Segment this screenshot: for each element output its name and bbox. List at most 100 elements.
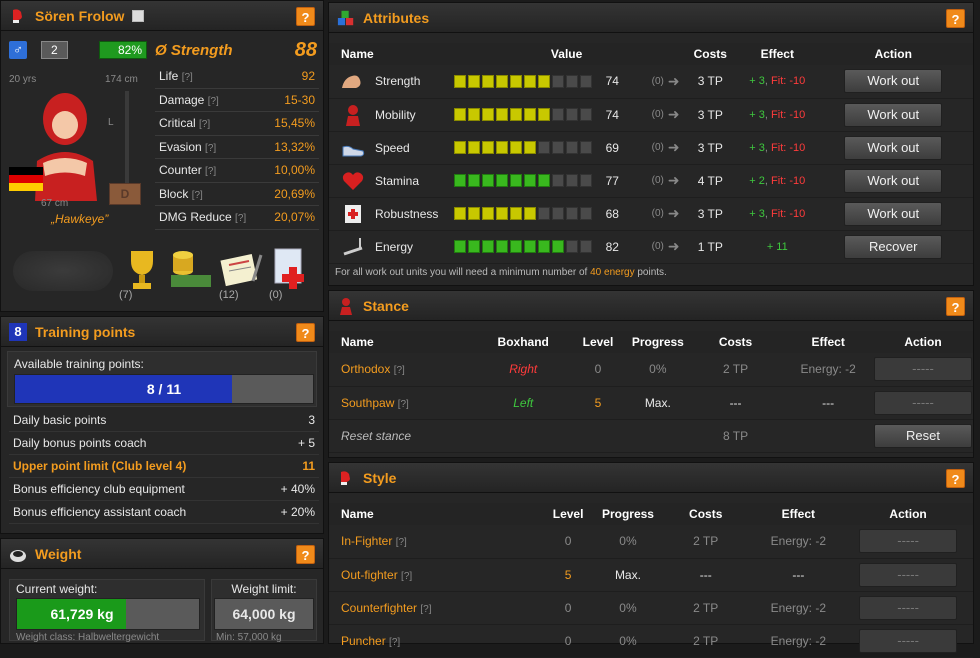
queued-count: (0) [651,175,664,186]
attribute-bar-segment [453,108,466,121]
weight-title: Weight [35,545,82,562]
stat-critical: Critical [?] 15,45% [155,112,319,136]
work-out-button[interactable]: Work out [844,201,943,226]
col-level: Level [568,331,628,353]
queued-count: (0) [651,208,664,219]
style-cost: 2 TP [693,534,719,549]
style-name[interactable]: In-Fighter [341,534,392,548]
belt-icon[interactable] [13,251,113,291]
stance-panel: Stance ? Name Boxhand Level Progress Cos… [328,290,974,458]
avg-attribute-label: Ø Strength [155,42,233,59]
style-action-button[interactable]: ----- [859,628,958,653]
attribute-value-bar [453,141,592,154]
stat-evasion: Evasion [?] 13,32% [155,136,319,159]
effect-plus: + 3 [749,207,765,220]
attribute-bar-segment [467,174,480,187]
boxer-name: Sören Frolow [35,7,125,24]
effect-minus: Fit: -10 [771,207,806,220]
stance-effect: --- [822,395,835,410]
attribute-value: 74 [605,74,619,89]
style-name[interactable]: Counterfighter [341,601,417,615]
attribute-bar-segment [509,74,522,88]
health-badge: 82% [99,41,147,59]
work-out-button[interactable]: Work out [844,168,943,193]
recover-button[interactable]: Recover [844,234,943,259]
reset-stance-button[interactable]: Reset [873,423,972,448]
stance-row-southpaw: Southpaw [?] Left 5 Max. --- --- ----- [329,386,973,419]
attribute-bar-segment [453,74,466,88]
style-level: 5 [564,567,572,582]
col-action: Action [843,503,973,525]
firstaid-icon [339,203,367,225]
arrow-right-icon: ➜ [667,205,680,221]
scale-icon [9,545,27,563]
effect-minus: Fit: -10 [771,174,806,187]
medical-icon[interactable] [271,247,311,296]
training-row: Bonus efficiency assistant coach + 20% [9,501,319,524]
work-out-button[interactable]: Work out [844,102,943,127]
available-points-label: Available training points: [14,357,144,371]
notes-icon[interactable] [219,251,263,292]
queued-count: (0) [651,109,664,120]
stance-action-button[interactable]: ----- [873,357,972,382]
stance-cost: 2 TP [723,362,749,377]
attribute-bar-segment [481,174,494,187]
weight-header: Weight ? [1,539,323,569]
profile-header: Sören Frolow ? [1,1,323,31]
style-action-button[interactable]: ----- [859,595,958,620]
trophy-icon[interactable] [125,249,159,294]
attribute-bar-segment [467,74,480,88]
attributes-help-button[interactable]: ? [946,9,965,28]
weight-help-button[interactable]: ? [296,545,315,564]
training-help-button[interactable]: ? [296,323,315,342]
col-costs: Costs [687,331,784,353]
current-weight-bar: 61,729 kg [16,598,200,630]
attribute-cost: 3 TP [697,140,723,155]
attribute-value-bar [453,74,592,88]
edit-icon[interactable] [132,9,145,22]
attribute-bar-segment [467,141,480,154]
attribute-bar-segment [579,108,592,121]
attribute-bar-segment [467,108,480,121]
money-icon[interactable] [169,251,215,294]
effect-minus: Fit: -10 [771,75,806,88]
reset-stance-label: Reset stance [341,428,412,443]
attribute-bar-segment [495,141,508,154]
attribute-bar-segment [495,174,508,187]
work-out-button[interactable]: Work out [844,135,943,160]
attribute-row-mobility: Mobility 74 (0) ➜ 3 TP + 3, Fit: -10 Wor… [329,98,973,131]
attribute-bar-segment [579,174,592,187]
style-name[interactable]: Puncher [341,634,386,648]
col-name: Name [329,43,454,65]
col-effect: Effect [741,43,814,65]
work-out-button[interactable]: Work out [844,69,943,94]
stance-action-button[interactable]: ----- [873,390,972,415]
style-action-button[interactable]: ----- [859,529,958,554]
stance-help-button[interactable]: ? [946,297,965,316]
style-name[interactable]: Out-fighter [341,568,398,582]
col-effect: Effect [753,503,844,525]
style-effect: Energy: -2 [770,534,827,549]
effect-plus: + 3 [749,75,765,88]
help-button[interactable]: ? [296,7,315,26]
attribute-cost: 3 TP [697,206,723,221]
stance-name[interactable]: Orthodox [341,362,390,376]
stance-name[interactable]: Southpaw [341,396,394,410]
stats-list: Life [?] 92 Damage [?] 15-30 Critical [?] 1… [155,65,319,230]
attribute-effect: + 3, Fit: -10 [749,108,806,121]
attribute-bar-segment [481,141,494,154]
attribute-bar-segment [495,108,508,121]
attribute-row-stamina: Stamina 77 (0) ➜ 4 TP + 2, Fit: -10 Work… [329,164,973,197]
attribute-bar-segment [579,207,592,220]
attribute-bar-segment [551,74,564,88]
style-help-button[interactable]: ? [946,469,965,488]
weight-limit-label: Weight limit: [231,582,297,596]
attribute-bar-segment [551,174,564,187]
attribute-name: Speed [375,140,410,155]
blocks-icon [337,9,355,27]
attribute-cost: 3 TP [697,107,723,122]
style-action-button[interactable]: ----- [859,562,958,587]
weight-panel: Weight ? Current weight: 61,729 kg Weigh… [0,538,324,644]
weight-min: Min: 57,000 kg [216,632,282,643]
style-cost: 2 TP [693,600,719,615]
